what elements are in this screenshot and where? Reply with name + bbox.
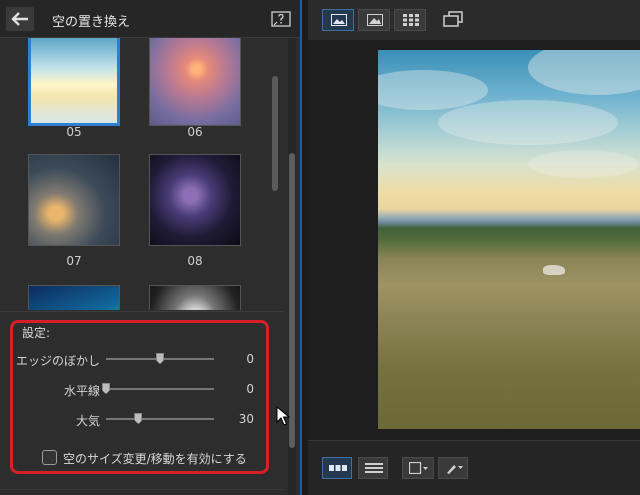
selection-dropdown-button[interactable] xyxy=(402,457,434,479)
help-panel-icon xyxy=(271,11,291,27)
horizon-value: 0 xyxy=(246,382,254,396)
atmosphere-slider[interactable] xyxy=(106,418,214,420)
thumbnail-label: 08 xyxy=(187,254,203,268)
sky-replacement-panel: 空の置き換え 05 06 07 08 設定: エッジのぼかし 0 水平線 0 大… xyxy=(0,0,302,495)
edge-blur-label: エッジのぼかし xyxy=(15,354,100,368)
image-view-button[interactable] xyxy=(358,9,390,31)
atmosphere-label: 大気 xyxy=(75,414,100,428)
thumbnail-scrollbar-thumb[interactable] xyxy=(272,76,278,191)
help-panel-button[interactable] xyxy=(271,11,291,27)
horizon-label: 水平線 xyxy=(63,384,100,398)
atmosphere-value: 30 xyxy=(238,412,254,426)
thumbnail-label: 05 xyxy=(66,125,82,139)
edge-blur-value: 0 xyxy=(246,352,254,366)
list-view-button[interactable] xyxy=(358,457,388,479)
filmstrip-view-button[interactable] xyxy=(322,457,352,479)
preview-photo xyxy=(378,50,640,429)
thumbnail-label: 07 xyxy=(66,254,82,268)
enable-resize-label[interactable]: 空のサイズ変更/移動を有効にする xyxy=(63,450,247,467)
back-button[interactable] xyxy=(6,7,34,31)
sky-thumbnail-09[interactable] xyxy=(28,285,120,310)
compare-view-button[interactable] xyxy=(442,10,466,32)
rock-shape xyxy=(543,265,565,275)
single-image-view-icon xyxy=(331,14,347,26)
mouse-cursor-icon xyxy=(276,406,290,426)
sky-thumbnail-list: 05 06 07 08 xyxy=(0,38,284,310)
panel-title: 空の置き換え xyxy=(52,15,131,30)
grid-view-button[interactable] xyxy=(394,9,426,31)
single-image-view-button[interactable] xyxy=(322,9,354,31)
panel-scrollbar[interactable] xyxy=(288,38,296,495)
sky-thumbnail-06[interactable] xyxy=(149,38,241,126)
panel-divider xyxy=(0,489,284,490)
thumbnail-scrollbar[interactable] xyxy=(272,76,278,310)
panel-header: 空の置き換え xyxy=(0,0,300,38)
sky-thumbnail-07[interactable] xyxy=(28,154,120,246)
view-toolbar xyxy=(308,0,640,40)
horizon-slider[interactable] xyxy=(106,388,214,390)
sky-thumbnail-08[interactable] xyxy=(149,154,241,246)
brush-icon xyxy=(447,465,463,474)
grid-view-icon xyxy=(403,14,419,26)
settings-title: 設定: xyxy=(22,326,51,340)
bottom-toolbar xyxy=(308,440,640,495)
panel-scrollbar-thumb[interactable] xyxy=(289,153,295,448)
square-select-icon xyxy=(409,462,428,474)
arrow-left-icon xyxy=(11,12,28,26)
sky-thumbnail-10[interactable] xyxy=(149,285,241,310)
compare-view-icon xyxy=(443,11,463,27)
cloud-shape xyxy=(528,150,638,178)
brush-tool-button[interactable] xyxy=(438,457,468,479)
sky-thumbnail-05[interactable] xyxy=(28,38,120,126)
settings-section: 設定: エッジのぼかし 0 水平線 0 大気 30 空のサイズ変更/移動を有効に… xyxy=(0,311,284,495)
filmstrip-icon xyxy=(329,465,347,471)
cloud-shape xyxy=(438,100,618,145)
enable-resize-checkbox[interactable] xyxy=(42,450,57,465)
cloud-shape xyxy=(528,50,640,95)
list-view-icon xyxy=(365,463,383,473)
thumbnail-label: 06 xyxy=(187,125,203,139)
image-view-icon xyxy=(367,14,383,26)
